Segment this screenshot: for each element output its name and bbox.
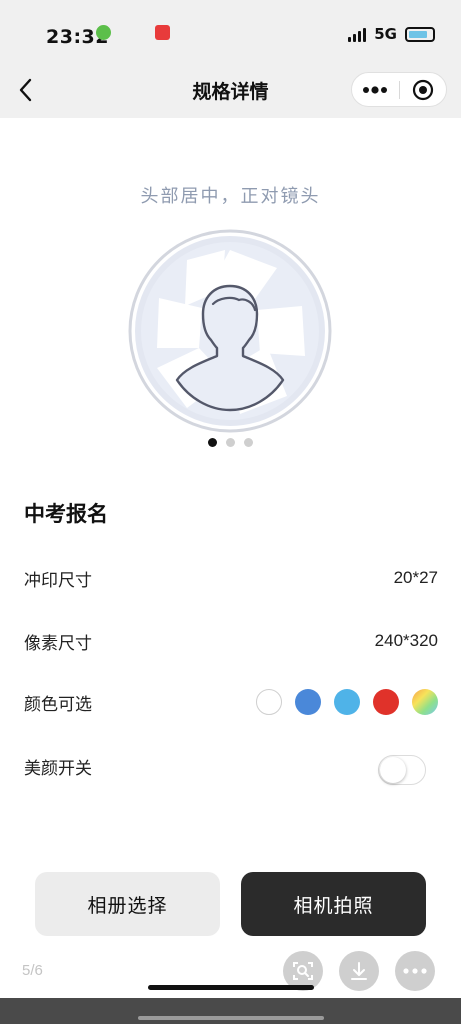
avatar-silhouette-icon	[128, 229, 332, 433]
print-size-label: 冲印尺寸	[24, 570, 92, 591]
carousel-dot[interactable]	[208, 438, 217, 447]
color-swatch-blue[interactable]	[295, 689, 321, 715]
target-circle-icon	[412, 79, 433, 100]
pixel-size-row: 像素尺寸 240*320	[24, 626, 438, 656]
bottom-strip-bar	[138, 1016, 324, 1020]
pixel-size-label: 像素尺寸	[24, 633, 92, 654]
carousel-dot[interactable]	[244, 438, 253, 447]
network-label: 5G	[374, 25, 397, 43]
more-horizontal-icon	[403, 968, 427, 974]
status-right: 5G	[348, 25, 435, 43]
color-swatch-red[interactable]	[373, 689, 399, 715]
color-options	[256, 689, 438, 715]
framing-hint: 头部居中，正对镜头	[140, 186, 321, 207]
color-swatch-gradient[interactable]	[412, 689, 438, 715]
beauty-row: 美颜开关	[24, 751, 438, 781]
avatar-preview-carousel[interactable]	[127, 228, 333, 434]
color-swatch-light-blue[interactable]	[334, 689, 360, 715]
bottom-strip	[0, 998, 461, 1024]
miniprogram-capsule	[351, 72, 447, 107]
background-color-row: 颜色可选	[24, 687, 438, 717]
more-options-button[interactable]	[395, 951, 435, 991]
pixel-size-value: 240*320	[374, 631, 438, 650]
camera-capture-button[interactable]: 相机拍照	[241, 872, 426, 936]
home-indicator[interactable]	[148, 985, 314, 990]
app-notification-icon	[155, 25, 170, 40]
battery-icon	[405, 26, 435, 42]
spec-title: 中考报名	[24, 502, 108, 526]
print-size-value: 20*27	[393, 568, 438, 587]
notification-icon	[96, 25, 111, 40]
nav-bar: 规格详情	[0, 62, 461, 118]
color-swatch-white[interactable]	[256, 689, 282, 715]
beauty-toggle[interactable]	[378, 755, 426, 785]
signal-icon	[348, 26, 367, 42]
close-miniprogram-button[interactable]	[400, 73, 447, 106]
carousel-dot[interactable]	[226, 438, 235, 447]
more-dots-icon	[363, 85, 388, 94]
scan-search-icon	[293, 962, 313, 980]
status-bar: 23:32 5G	[0, 0, 461, 62]
carousel-dots	[0, 438, 461, 447]
toggle-knob	[380, 757, 406, 783]
print-size-row: 冲印尺寸 20*27	[24, 563, 438, 593]
album-select-button[interactable]: 相册选择	[35, 872, 220, 936]
page-indicator: 5/6	[22, 962, 43, 979]
beauty-label: 美颜开关	[24, 758, 92, 779]
download-icon	[351, 962, 367, 980]
download-button[interactable]	[339, 951, 379, 991]
more-menu-button[interactable]	[352, 73, 399, 106]
background-color-label: 颜色可选	[24, 694, 92, 715]
